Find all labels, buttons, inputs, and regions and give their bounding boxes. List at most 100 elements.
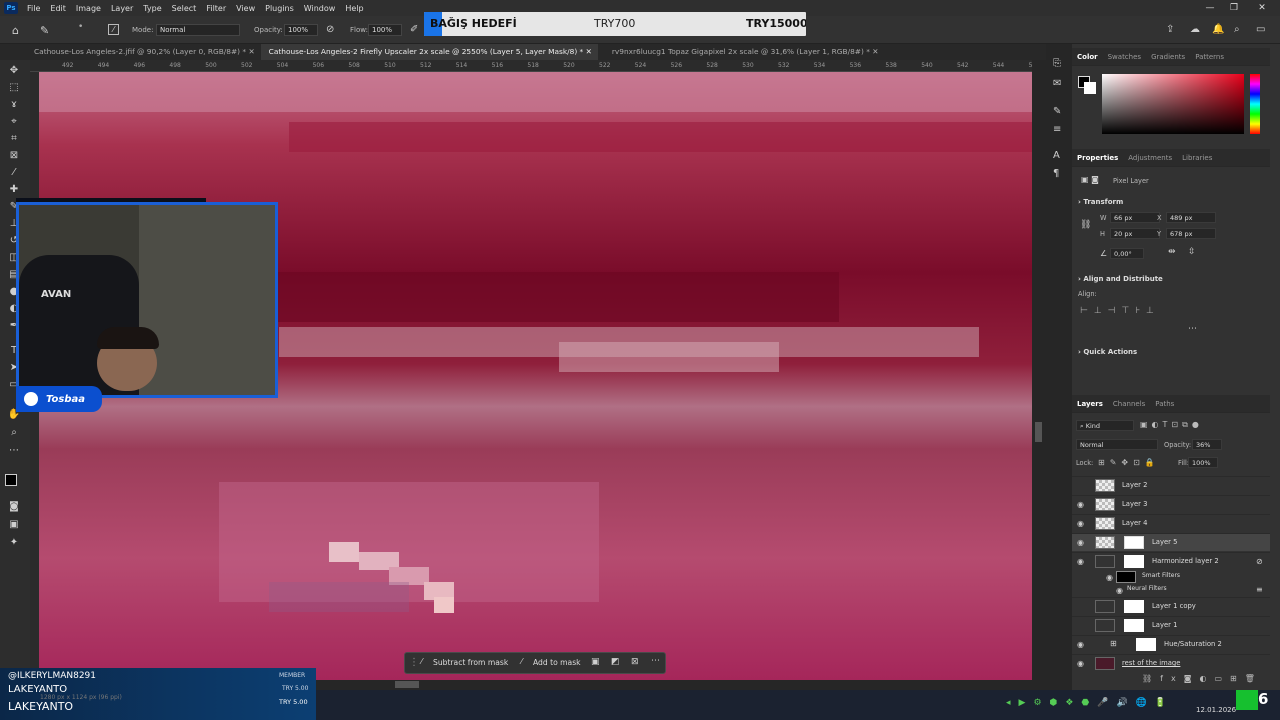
link-dimensions-icon[interactable]: ⛓ [1080,220,1091,230]
tab-swatches[interactable]: Swatches [1103,53,1146,61]
add-to-mask-button[interactable]: Add to mask [533,658,581,667]
brushes-panel-icon[interactable]: ✎ [1053,106,1061,117]
cloud-icon[interactable]: ☁ [1190,24,1200,35]
home-icon[interactable]: ⌂ [12,24,19,37]
layer-row-selected[interactable]: ◉ Layer 5 [1072,533,1270,551]
eye-icon[interactable]: ◉ [1077,538,1084,547]
smart-object-icon[interactable]: ⊘ [1256,557,1263,566]
angle-input[interactable]: 0,00° [1110,248,1144,259]
more-tools-icon[interactable]: ⋯ [6,444,22,458]
y-input[interactable]: 678 px [1166,228,1216,239]
layer-row[interactable]: ◉ Smart Filters [1072,571,1270,584]
generative-icon[interactable]: ✦ [6,536,22,550]
blend-mode-select[interactable]: Normal [1076,439,1158,450]
screen-mode-icon[interactable]: ▣ [6,518,22,532]
filter-options-icon[interactable]: ≡ [1256,585,1263,594]
layer-kind-filter[interactable]: ⌕ Kind [1076,420,1134,431]
tab-cathouse-jfif[interactable]: Cathouse-Los Angeles-2.jfif @ 90,2% (Lay… [0,44,261,60]
tab-patterns[interactable]: Patterns [1190,53,1229,61]
vertical-scrollbar[interactable] [1032,60,1046,690]
crop-tool-icon[interactable]: ⌗ [6,132,22,146]
tab-adjustments[interactable]: Adjustments [1123,154,1177,162]
align-heading[interactable]: › Align and Distribute [1078,275,1163,283]
menu-edit[interactable]: Edit [45,4,71,13]
lasso-tool-icon[interactable]: ɤ [6,98,22,112]
x-input[interactable]: 489 px [1166,212,1216,223]
airbrush-icon[interactable]: ✐ [410,24,418,35]
tab-topaz-gigapixel[interactable]: rv9nxr6luucg1 Topaz Gigapixel 2x scale @… [598,44,885,60]
menu-type[interactable]: Type [138,4,166,13]
layer-mask-thumbnail[interactable] [1124,555,1144,568]
delete-mask-icon[interactable]: ⊠ [631,657,639,667]
brush-settings-icon[interactable]: ⁄ [108,24,119,35]
eye-icon[interactable]: ◉ [1077,557,1084,566]
close-icon[interactable]: ✕ [586,47,592,56]
eye-icon[interactable]: ◉ [1077,659,1084,668]
menu-select[interactable]: Select [167,4,202,13]
foreground-color-swatch[interactable] [5,474,17,486]
healing-brush-icon[interactable]: ✚ [6,183,22,197]
layer-mask-thumbnail[interactable] [1124,619,1144,632]
fill-input[interactable]: 100% [1188,457,1218,468]
search-icon[interactable]: ⌕ [1234,24,1240,35]
menu-help[interactable]: Help [340,4,368,13]
flow-input[interactable]: 100% [368,24,402,36]
eyedropper-icon[interactable]: ⁄ [6,166,22,180]
tab-color[interactable]: Color [1072,53,1103,61]
history-panel-icon[interactable]: ⎘ [1053,58,1061,69]
move-tool-icon[interactable]: ✥ [6,64,22,78]
layer-filter-icons[interactable]: ▣◐T⊡⧉● [1140,420,1203,430]
notifications-icon[interactable]: 🔔 [1212,24,1224,35]
layer-row[interactable]: ◉ ⊞ Hue/Saturation 2 [1072,635,1270,653]
eye-icon[interactable]: ◉ [1106,573,1113,582]
layer-mask-thumbnail[interactable] [1124,600,1144,613]
layer-opacity-input[interactable]: 36% [1192,439,1222,450]
height-input[interactable]: 20 px [1110,228,1160,239]
flip-horizontal-icon[interactable]: ⇹ [1168,247,1176,257]
layer-mask-thumbnail[interactable] [1136,638,1156,651]
layer-row[interactable]: ◉ Layer 4 [1072,514,1270,532]
subtract-from-mask-button[interactable]: Subtract from mask [433,658,508,667]
comments-icon[interactable]: ✉ [1053,78,1061,89]
flip-vertical-icon[interactable]: ⇳ [1188,247,1196,257]
close-icon[interactable]: ✕ [1248,0,1276,16]
pressure-opacity-icon[interactable]: ⊘ [326,24,334,35]
object-select-icon[interactable]: ⌖ [6,115,22,129]
layer-row[interactable]: Layer 2 [1072,476,1270,494]
menu-filter[interactable]: Filter [201,4,231,13]
width-input[interactable]: 66 px [1110,212,1160,223]
color-picker-field[interactable] [1102,74,1244,134]
layer-row[interactable]: ◉ rest of the image [1072,654,1270,672]
opacity-input[interactable]: 100% [284,24,318,36]
adjust-panel-icon[interactable]: ≡ [1053,124,1061,135]
scroll-thumb[interactable] [1035,422,1042,442]
tab-properties[interactable]: Properties [1072,154,1123,162]
menu-view[interactable]: View [231,4,260,13]
quick-mask-icon[interactable]: ◙ [6,500,22,514]
tab-libraries[interactable]: Libraries [1177,154,1217,162]
mask-options-icon[interactable]: ▣ [591,657,600,667]
marquee-tool-icon[interactable]: ⬚ [6,81,22,95]
workspace-icon[interactable]: ▭ [1256,24,1265,35]
menu-layer[interactable]: Layer [106,4,138,13]
more-options-icon[interactable]: ⋯ [651,656,660,666]
tab-gradients[interactable]: Gradients [1146,53,1190,61]
character-panel-icon[interactable]: A [1053,150,1060,161]
layer-row[interactable]: Layer 1 [1072,616,1270,634]
layer-actions-bar[interactable]: ⛓fx◙◐▭⊞🗑 [1142,674,1263,683]
share-icon[interactable]: ⇪ [1166,24,1174,35]
transform-heading[interactable]: › Transform [1078,198,1123,206]
lock-icons[interactable]: ⊞✎✥⊡🔒 [1098,458,1160,467]
menu-window[interactable]: Window [299,4,341,13]
brush-tool-icon[interactable]: ✎ [40,24,49,37]
maximize-icon[interactable]: ❐ [1220,0,1248,16]
invert-mask-icon[interactable]: ◩ [611,657,620,667]
tab-paths[interactable]: Paths [1150,400,1179,408]
layer-row[interactable]: ◉ Neural Filters ≡ [1072,584,1270,597]
hue-slider[interactable] [1250,74,1260,134]
quick-actions-heading[interactable]: › Quick Actions [1078,348,1137,356]
scroll-thumb[interactable] [395,681,419,688]
brush-size-icon[interactable]: • [78,22,83,32]
layer-mask-thumbnail[interactable] [1124,536,1144,549]
tab-layers[interactable]: Layers [1072,400,1108,408]
